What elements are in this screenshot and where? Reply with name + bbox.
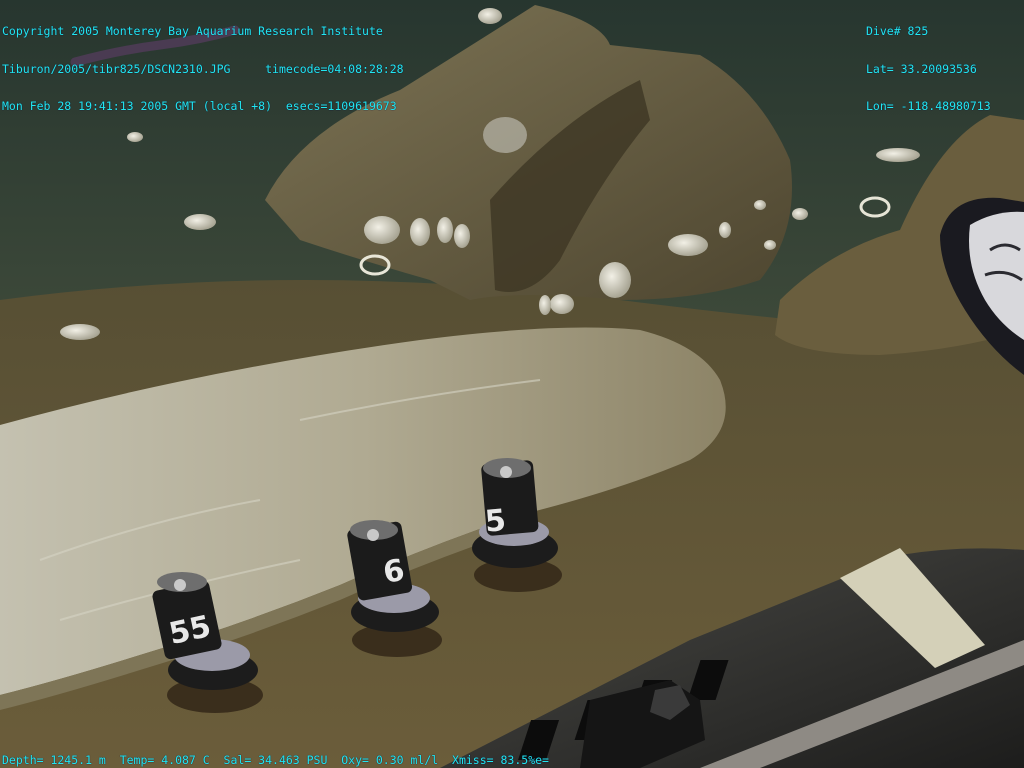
push-core-3-label: 5 — [483, 503, 507, 540]
bacterial-mat — [483, 117, 527, 153]
overlay-longitude: Lon= -118.48980713 — [866, 99, 991, 113]
overlay-copyright: Copyright 2005 Monterey Bay Aquarium Res… — [2, 24, 383, 38]
overlay-filepath: Tiburon/2005/tibr825/DSCN2310.JPG timeco… — [2, 61, 404, 76]
overlay-sensor-readout: Depth= 1245.1 m Temp= 4.087 C Sal= 34.46… — [2, 753, 549, 767]
overlay-header-right: Dive# 825 Lat= 33.20093536 Lon= -118.489… — [866, 0, 991, 125]
overlay-header-left: Copyright 2005 Monterey Bay Aquarium Res… — [2, 0, 404, 125]
overlay-datetime: Mon Feb 28 19:41:13 2005 GMT (local +8) … — [2, 99, 397, 113]
overlay-latitude: Lat= 33.20093536 — [866, 61, 977, 76]
overlay-dive-number: Dive# 825 — [866, 24, 929, 38]
